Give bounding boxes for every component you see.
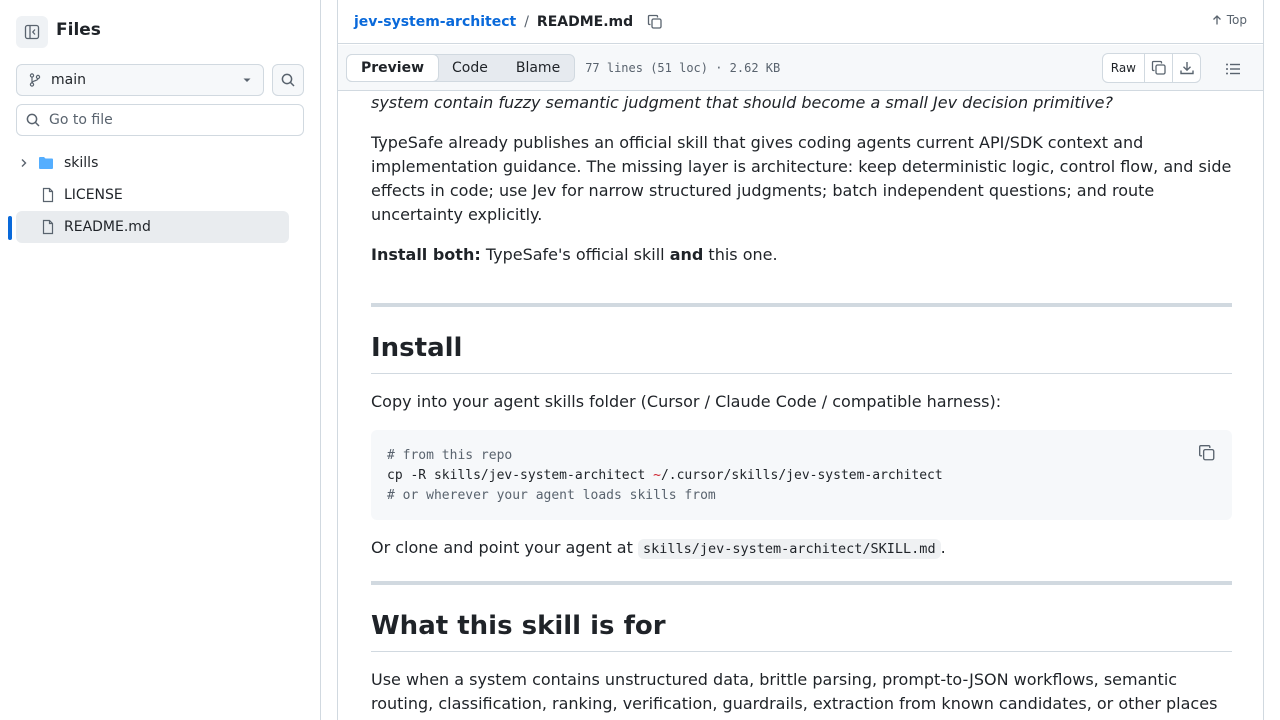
code-block: # from this repo cp -R skills/jev-system…	[371, 430, 1232, 520]
breadcrumb-separator: /	[524, 13, 529, 30]
breadcrumb-repo-link[interactable]: jev-system-architect	[354, 14, 516, 30]
folder-icon	[38, 155, 54, 171]
paragraph-install-both: Install both: TypeSafe's official skill …	[371, 243, 1232, 267]
tab-code[interactable]: Code	[438, 55, 502, 81]
sidebar-title: Files	[56, 20, 101, 40]
branch-name: main	[51, 72, 86, 88]
text: .	[940, 538, 946, 557]
search-icon	[281, 73, 295, 87]
code-comment: # or wherever your agent loads skills fr…	[387, 488, 716, 503]
horizontal-rule	[371, 303, 1232, 307]
code-comment: # from this repo	[387, 448, 513, 463]
active-item-indicator	[8, 216, 12, 240]
search-icon	[26, 113, 40, 127]
top-label: Top	[1226, 13, 1247, 27]
view-mode-tabs: Preview Code Blame	[346, 53, 576, 82]
tab-blame[interactable]: Blame	[502, 55, 574, 81]
tree-item-skills[interactable]: skills	[16, 147, 289, 179]
breadcrumb-file: README.md	[536, 13, 634, 30]
copy-icon	[1199, 445, 1215, 461]
file-tree-sidebar: Files main Go to file skills LICENSE REA…	[0, 0, 321, 720]
breadcrumb: jev-system-architect / README.md	[338, 0, 1263, 44]
paragraph-use-when: Use when a system contains unstructured …	[371, 670, 1218, 720]
branch-selector[interactable]: main	[16, 64, 264, 96]
arrow-up-icon	[1212, 15, 1221, 25]
raw-button[interactable]: Raw	[1103, 54, 1144, 82]
search-files-button[interactable]	[272, 64, 304, 96]
chevron-right-icon[interactable]	[16, 155, 32, 171]
horizontal-rule	[371, 581, 1232, 585]
file-toolbar: Preview Code Blame 77 lines (51 loc) · 2…	[338, 45, 1263, 91]
go-to-file-placeholder: Go to file	[49, 112, 113, 128]
outline-button[interactable]	[1219, 57, 1247, 81]
collapse-sidebar-button[interactable]	[16, 16, 48, 48]
file-viewer: jev-system-architect / README.md Top Pre…	[337, 0, 1264, 720]
tree-item-license[interactable]: LICENSE	[16, 179, 289, 211]
file-actions: Raw	[1101, 53, 1201, 83]
text: Or clone and point your agent at	[371, 538, 638, 557]
paragraph-clone: Or clone and point your agent at skills/…	[371, 536, 1232, 561]
text: this one.	[703, 245, 778, 264]
code-text: /.cursor/skills/jev-system-architect	[660, 468, 943, 483]
text: TypeSafe's official skill	[480, 245, 670, 264]
tree-item-label: LICENSE	[64, 187, 123, 203]
markdown-body: system contain fuzzy semantic judgment t…	[371, 91, 1232, 720]
file-icon	[40, 187, 56, 203]
heading-install: Install	[371, 331, 1232, 374]
copy-code-button[interactable]	[1198, 444, 1218, 464]
file-icon	[40, 219, 56, 235]
heading-what-for: What this skill is for	[371, 609, 1232, 652]
caret-down-icon	[243, 78, 251, 82]
code-text: cp -R skills/jev-system-architect	[387, 468, 654, 483]
branch-icon	[29, 73, 41, 87]
download-button[interactable]	[1172, 54, 1200, 82]
copy-icon	[648, 14, 662, 29]
sidebar-collapse-icon	[24, 24, 40, 40]
paragraph-typesafe: TypeSafe already publishes an official s…	[371, 133, 1232, 224]
file-meta: 77 lines (51 loc) · 2.62 KB	[585, 60, 781, 75]
tree-item-readme[interactable]: README.md	[16, 211, 289, 243]
inline-code: skills/jev-system-architect/SKILL.md	[637, 539, 941, 559]
copy-path-button[interactable]	[647, 14, 663, 30]
strong-text: Install both:	[371, 245, 481, 264]
list-unordered-icon	[1226, 63, 1240, 75]
code-tilde: ~	[653, 468, 661, 483]
copy-raw-button[interactable]	[1144, 54, 1172, 82]
tab-preview[interactable]: Preview	[346, 53, 440, 82]
back-to-top-button[interactable]: Top	[1211, 13, 1247, 27]
go-to-file-input[interactable]: Go to file	[16, 104, 304, 136]
tree-item-label: README.md	[64, 219, 151, 235]
intro-question: system contain fuzzy semantic judgment t…	[371, 93, 1113, 112]
copy-icon	[1151, 60, 1166, 75]
tree-item-label: skills	[64, 155, 99, 171]
strong-text: and	[669, 245, 704, 264]
download-icon	[1179, 62, 1194, 75]
paragraph-copy-into: Copy into your agent skills folder (Curs…	[371, 392, 1002, 411]
